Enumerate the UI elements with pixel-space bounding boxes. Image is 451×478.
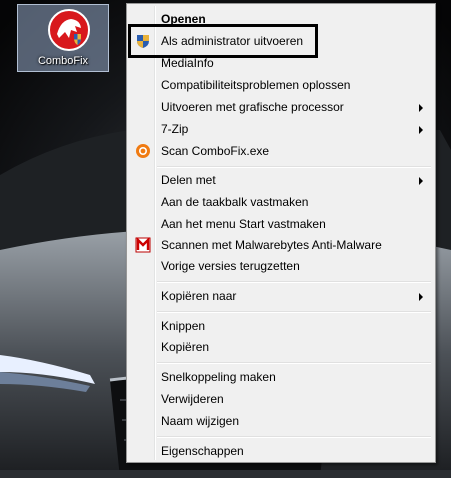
- avast-scan-icon: [136, 144, 150, 158]
- menu-item-label: Scan ComboFix.exe: [161, 144, 270, 158]
- menu-item-label: Eigenschappen: [161, 444, 244, 458]
- menu-item-malwarebytes-scan[interactable]: Scannen met Malwarebytes Anti-Malware: [129, 234, 433, 256]
- combofix-desktop-icon[interactable]: ComboFix: [17, 4, 109, 72]
- menu-item-label: Als administrator uitvoeren: [161, 34, 304, 48]
- menu-item-label: Uitvoeren met grafische processor: [161, 100, 344, 114]
- menu-separator: [157, 166, 431, 168]
- menu-item-label: Snelkoppeling maken: [161, 370, 276, 384]
- context-menu: Openen Als administrator uitvoeren Media…: [126, 3, 436, 463]
- menu-item-restore-versions[interactable]: Vorige versies terugzetten: [129, 255, 433, 277]
- menu-item-rename[interactable]: Naam wijzigen: [129, 410, 433, 432]
- submenu-arrow-icon: [419, 104, 423, 112]
- menu-item-label: Verwijderen: [161, 392, 224, 406]
- menu-item-compat-troubleshoot[interactable]: Compatibiliteitsproblemen oplossen: [129, 74, 433, 96]
- menu-item-run-with-gpu[interactable]: Uitvoeren met grafische processor: [129, 96, 433, 118]
- menu-item-label: MediaInfo: [161, 56, 214, 70]
- menu-item-label: Kopiëren naar: [161, 289, 237, 303]
- menu-separator: [157, 281, 431, 283]
- menu-item-run-as-admin[interactable]: Als administrator uitvoeren: [129, 30, 433, 52]
- menu-item-scan-combofix[interactable]: Scan ComboFix.exe: [129, 140, 433, 162]
- menu-item-pin-start[interactable]: Aan het menu Start vastmaken: [129, 213, 433, 235]
- menu-item-label: Vorige versies terugzetten: [161, 259, 300, 273]
- menu-item-label: Aan de taakbalk vastmaken: [161, 195, 309, 209]
- menu-item-create-shortcut[interactable]: Snelkoppeling maken: [129, 366, 433, 388]
- menu-item-label: 7-Zip: [161, 122, 189, 136]
- menu-item-label: Compatibiliteitsproblemen oplossen: [161, 78, 351, 92]
- menu-item-copy[interactable]: Kopiëren: [129, 336, 433, 358]
- submenu-arrow-icon: [419, 293, 423, 301]
- menu-separator: [157, 311, 431, 313]
- malwarebytes-icon: [135, 237, 151, 253]
- menu-separator: [157, 436, 431, 438]
- combofix-logo-icon: [48, 9, 90, 51]
- menu-item-mediainfo[interactable]: MediaInfo: [129, 52, 433, 74]
- menu-item-properties[interactable]: Eigenschappen: [129, 440, 433, 462]
- menu-item-label: Openen: [161, 12, 206, 26]
- menu-item-pin-taskbar[interactable]: Aan de taakbalk vastmaken: [129, 191, 433, 213]
- desktop-icon-label: ComboFix: [37, 55, 89, 67]
- submenu-arrow-icon: [419, 126, 423, 134]
- menu-item-label: Knippen: [161, 319, 206, 333]
- menu-item-label: Aan het menu Start vastmaken: [161, 217, 326, 231]
- menu-item-label: Kopiëren: [161, 340, 210, 354]
- menu-item-cut[interactable]: Knippen: [129, 315, 433, 337]
- menu-item-7zip[interactable]: 7-Zip: [129, 118, 433, 140]
- menu-item-label: Naam wijzigen: [161, 414, 240, 428]
- menu-separator: [157, 362, 431, 364]
- menu-item-label: Delen met: [161, 173, 216, 187]
- menu-item-share-with[interactable]: Delen met: [129, 169, 433, 191]
- menu-item-delete[interactable]: Verwijderen: [129, 388, 433, 410]
- submenu-arrow-icon: [419, 177, 423, 185]
- uac-shield-icon: [137, 35, 149, 48]
- menu-item-copy-to[interactable]: Kopiëren naar: [129, 285, 433, 307]
- menu-item-label: Scannen met Malwarebytes Anti-Malware: [161, 238, 382, 252]
- menu-item-open[interactable]: Openen: [129, 8, 433, 30]
